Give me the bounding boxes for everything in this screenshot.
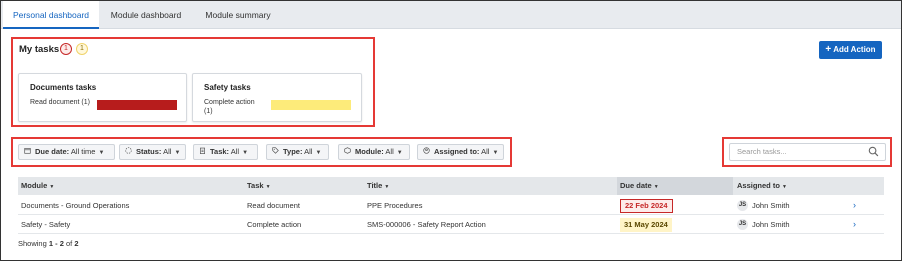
upcoming-count-badge: 1 (76, 43, 88, 55)
filter-type[interactable]: Type: All ▼ (266, 144, 329, 160)
column-header-assigned-to[interactable]: Assigned to ▼ (737, 177, 857, 195)
tag-icon (272, 146, 280, 160)
column-header-due-date[interactable]: Due date ▼ (617, 177, 733, 195)
cell-module: Safety - Safety (21, 220, 71, 229)
filter-key: Task: (210, 147, 230, 156)
search-icon[interactable] (868, 146, 879, 157)
cell-assignee: John Smith (752, 220, 790, 229)
filter-task[interactable]: Task: All ▼ (193, 144, 258, 160)
filter-key: Type: (283, 147, 303, 156)
chevron-right-icon[interactable]: › (853, 196, 856, 215)
upcoming-progress-bar (271, 100, 351, 110)
pagination-summary: Showing 1 - 2 of 2 (18, 239, 79, 248)
chevron-down-icon: ▼ (174, 150, 181, 156)
search-input[interactable]: Search tasks... (729, 143, 886, 161)
sort-icon: ▼ (265, 184, 271, 190)
plus-icon: + (825, 44, 832, 55)
tab-module-dashboard[interactable]: Module dashboard (99, 1, 193, 29)
filter-value: All (230, 147, 240, 156)
sort-icon: ▼ (782, 184, 787, 190)
filter-value: All (163, 147, 172, 156)
clipboard-icon (199, 146, 207, 160)
chevron-down-icon: ▼ (315, 150, 322, 156)
filter-value: All time (70, 147, 96, 156)
sort-icon: ▼ (384, 184, 390, 190)
card-title: Documents tasks (30, 83, 97, 92)
card-title: Safety tasks (204, 83, 251, 92)
chevron-down-icon: ▼ (492, 150, 499, 156)
chevron-right-icon[interactable]: › (853, 215, 856, 234)
search-placeholder: Search tasks... (737, 147, 787, 156)
filter-key: Assigned to: (434, 147, 480, 156)
tab-personal-dashboard[interactable]: Personal dashboard (3, 1, 99, 29)
table-row[interactable]: Documents - Ground Operations Read docum… (18, 196, 884, 215)
due-date-badge-upcoming: 31 May 2024 (620, 218, 672, 232)
cell-assignee: John Smith (752, 201, 790, 210)
overdue-progress-bar (97, 100, 177, 110)
tab-bar: Personal dashboard Module dashboard Modu… (1, 1, 901, 29)
filter-key: Due date: (35, 147, 70, 156)
module-icon (344, 146, 352, 160)
filter-value: All (385, 147, 394, 156)
column-header-task[interactable]: Task ▼ (247, 177, 362, 195)
add-action-label: Add Action (833, 45, 876, 54)
card-subtitle: Complete action (1) (204, 99, 255, 115)
cell-title: PPE Procedures (367, 201, 423, 210)
safety-tasks-card[interactable]: Safety tasks Complete action (1) (192, 73, 362, 122)
chevron-down-icon: ▼ (396, 150, 403, 156)
cell-title: SMS-000006 - Safety Report Action (367, 220, 486, 229)
documents-tasks-card[interactable]: Documents tasks Read document (1) (18, 73, 187, 122)
sort-icon: ▼ (49, 184, 55, 190)
cell-task: Read document (247, 201, 300, 210)
avatar: JS (737, 200, 748, 211)
filter-key: Status: (136, 147, 162, 156)
avatar: JS (737, 219, 748, 230)
filter-value: All (481, 147, 490, 156)
cell-module: Documents - Ground Operations (21, 201, 130, 210)
chevron-down-icon: ▼ (98, 150, 105, 156)
column-header-module[interactable]: Module ▼ (21, 177, 241, 195)
table-row[interactable]: Safety - Safety Complete action SMS-0000… (18, 215, 884, 234)
my-tasks-title: My tasks (19, 44, 60, 55)
table-header: Module ▼ Task ▼ Title ▼ Due date ▼ Assig… (18, 177, 884, 195)
filter-key: Module: (355, 147, 384, 156)
tab-module-summary[interactable]: Module summary (193, 1, 283, 29)
user-circle-icon (423, 146, 431, 160)
column-header-title[interactable]: Title ▼ (367, 177, 617, 195)
sort-icon: ▼ (653, 184, 659, 190)
due-date-badge-overdue: 22 Feb 2024 (620, 199, 673, 213)
filter-module[interactable]: Module: All ▼ (338, 144, 410, 160)
filter-due-date[interactable]: Due date: All time ▼ (18, 144, 115, 160)
chevron-down-icon: ▼ (242, 150, 249, 156)
filter-assigned-to[interactable]: Assigned to: All ▼ (417, 144, 504, 160)
add-action-button[interactable]: + Add Action (819, 41, 882, 59)
overdue-count-badge: 1 (60, 43, 72, 55)
status-icon (125, 146, 133, 160)
filter-value: All (304, 147, 313, 156)
card-subtitle: Read document (1) (30, 99, 90, 106)
calendar-icon (24, 146, 32, 160)
cell-task: Complete action (247, 220, 302, 229)
filter-status[interactable]: Status: All ▼ (119, 144, 186, 160)
